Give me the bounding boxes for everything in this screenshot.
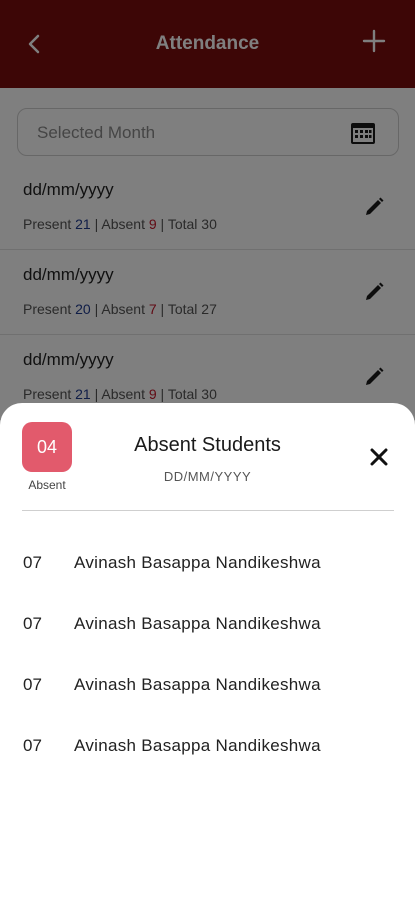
student-row: 07 Avinash Basappa Nandikeshwa xyxy=(0,543,415,583)
sheet-date: DD/MM/YYYY xyxy=(163,469,252,484)
student-row: 07 Avinash Basappa Nandikeshwa xyxy=(0,665,415,705)
sheet-title: Absent Students xyxy=(134,434,281,456)
sheet-divider xyxy=(22,510,394,511)
roll-number: 07 xyxy=(23,736,42,755)
absent-students-sheet: 04 Absent Absent Students DD/MM/YYYY 07 … xyxy=(0,403,415,900)
student-name: Avinash Basappa Nandikeshwa xyxy=(74,614,321,633)
roll-number: 07 xyxy=(23,675,42,694)
student-row: 07 Avinash Basappa Nandikeshwa xyxy=(0,726,415,766)
student-row: 07 Avinash Basappa Nandikeshwa xyxy=(0,604,415,644)
student-name: Avinash Basappa Nandikeshwa xyxy=(74,553,321,572)
close-icon[interactable] xyxy=(369,447,389,467)
roll-number: 07 xyxy=(23,614,42,633)
student-name: Avinash Basappa Nandikeshwa xyxy=(74,675,321,694)
student-name: Avinash Basappa Nandikeshwa xyxy=(74,736,321,755)
roll-number: 07 xyxy=(23,553,42,572)
